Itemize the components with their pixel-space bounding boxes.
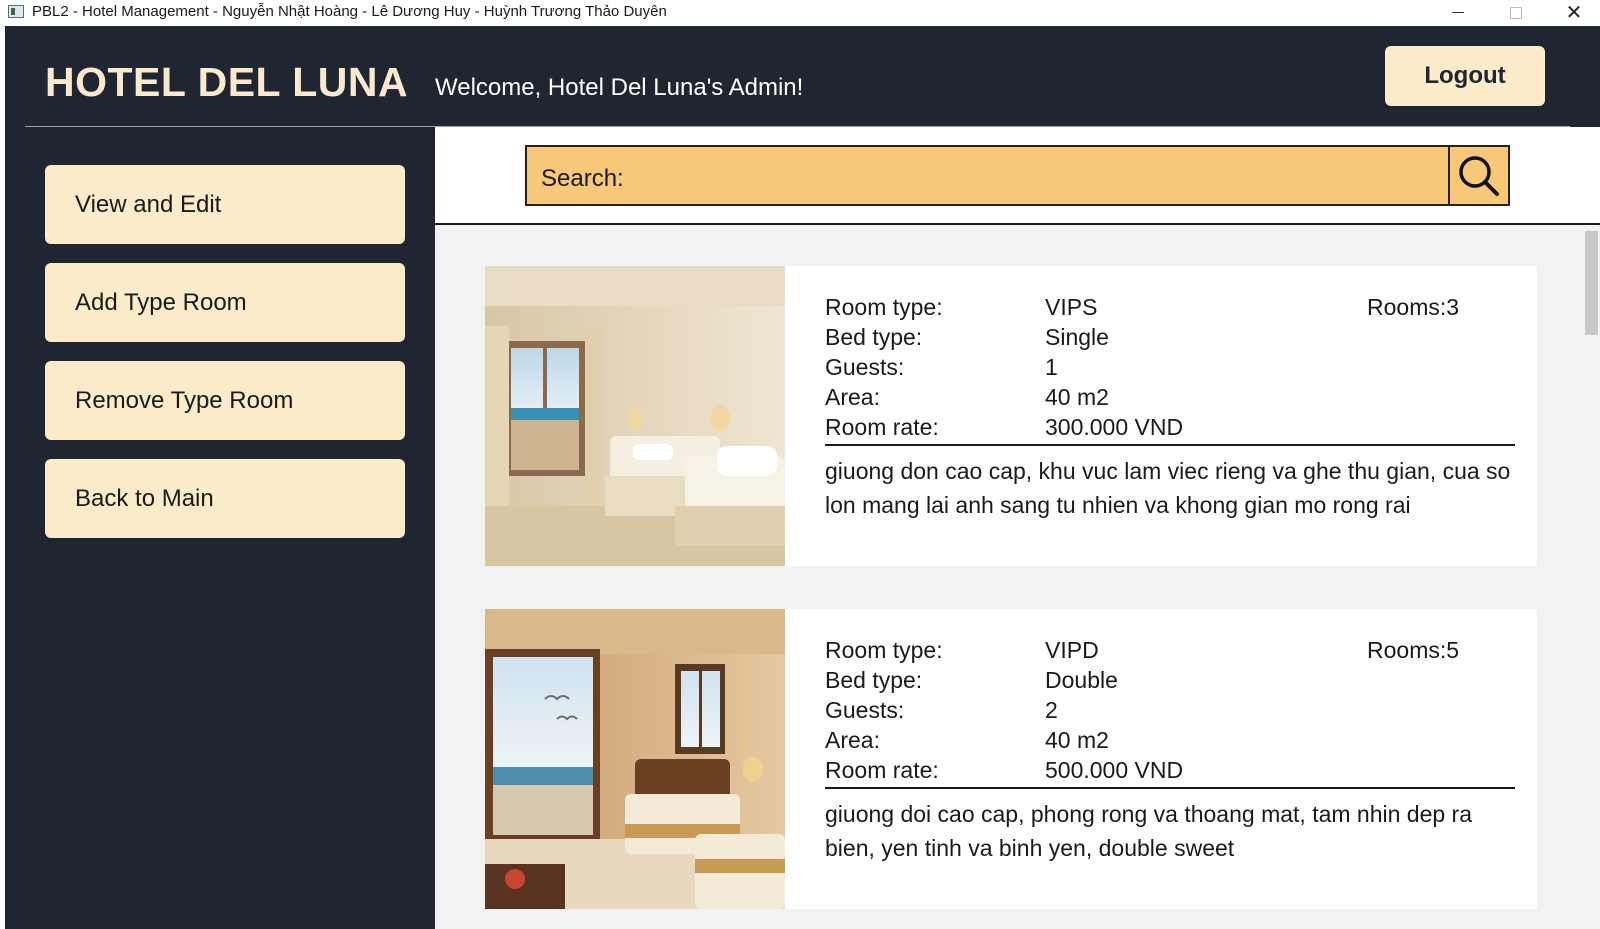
search-label: Search:: [541, 165, 624, 192]
bed-type-label: Bed type:: [825, 324, 923, 350]
card-divider: [825, 444, 1515, 446]
close-icon: ✕: [1565, 1, 1583, 24]
window-titlebar: PBL2 - Hotel Management - Nguyễn Nhật Ho…: [0, 0, 1600, 25]
area-label: Area:: [825, 384, 880, 410]
room-rate-label: Room rate:: [825, 414, 939, 440]
room-description: giuong don cao cap, khu vuc lam viec rie…: [825, 458, 1511, 518]
brand-title: HOTEL DEL LUNA: [45, 59, 409, 105]
room-type-value: VIPS: [1045, 294, 1098, 320]
room-photo: [485, 609, 785, 909]
minimize-icon: [1452, 12, 1464, 13]
room-type-label: Room type:: [825, 637, 943, 663]
room-rate-value: 500.000 VND: [1045, 757, 1184, 783]
header: HOTEL DEL LUNA Welcome, Hotel Del Luna's…: [5, 26, 1600, 127]
card-divider: [825, 787, 1515, 789]
guests-label: Guests:: [825, 697, 905, 723]
room-type-list: Room type: VIPS Rooms:3 Bed type: Single…: [435, 227, 1575, 929]
bed-type-value: Double: [1045, 667, 1118, 693]
area-label: Area:: [825, 727, 880, 753]
remove-type-room-button[interactable]: Remove Type Room: [45, 361, 405, 440]
minimize-button[interactable]: [1435, 0, 1481, 25]
add-type-room-button[interactable]: Add Type Room: [45, 263, 405, 342]
app-icon: [8, 5, 24, 18]
rooms-count: Rooms:5: [1367, 637, 1460, 663]
room-rate-value: 300.000 VND: [1045, 414, 1184, 440]
rooms-count: Rooms:3: [1367, 294, 1460, 320]
search-input[interactable]: Search:: [525, 145, 1450, 206]
room-type-value: VIPD: [1045, 637, 1099, 663]
welcome-text: Welcome, Hotel Del Luna's Admin!: [435, 74, 804, 101]
guests-value: 2: [1045, 697, 1058, 723]
room-type-label: Room type:: [825, 294, 943, 320]
room-card[interactable]: Room type: VIPD Rooms:5 Bed type: Double…: [485, 609, 1537, 909]
close-button[interactable]: ✕: [1551, 0, 1597, 25]
logout-button[interactable]: Logout: [1385, 46, 1545, 106]
room-photo: [485, 266, 785, 566]
window-title: PBL2 - Hotel Management - Nguyễn Nhật Ho…: [32, 3, 667, 20]
maximize-button[interactable]: [1493, 0, 1539, 25]
room-details: Room type: VIPS Rooms:3 Bed type: Single…: [825, 294, 1515, 444]
search-button[interactable]: [1448, 145, 1510, 206]
app-window: HOTEL DEL LUNA Welcome, Hotel Del Luna's…: [5, 26, 1600, 929]
sidebar: View and Edit Add Type Room Remove Type …: [5, 127, 435, 929]
room-details: Room type: VIPD Rooms:5 Bed type: Double…: [825, 637, 1515, 787]
area-value: 40 m2: [1045, 384, 1109, 410]
room-rate-label: Room rate:: [825, 757, 939, 783]
view-and-edit-button[interactable]: View and Edit: [45, 165, 405, 244]
bed-type-label: Bed type:: [825, 667, 923, 693]
guests-label: Guests:: [825, 354, 905, 380]
search-icon: [1459, 155, 1499, 196]
guests-value: 1: [1045, 354, 1058, 380]
maximize-icon: [1510, 6, 1522, 19]
room-card[interactable]: Room type: VIPS Rooms:3 Bed type: Single…: [485, 266, 1537, 566]
area-value: 40 m2: [1045, 727, 1109, 753]
search-bar: Search:: [435, 127, 1600, 225]
back-to-main-button[interactable]: Back to Main: [45, 459, 405, 538]
main-panel: Search: Room type: VIPS Rooms:3 Bed type…: [435, 127, 1600, 929]
room-description: giuong doi cao cap, phong rong va thoang…: [825, 801, 1473, 861]
bed-type-value: Single: [1045, 324, 1109, 350]
scrollbar-thumb[interactable]: [1585, 231, 1598, 335]
